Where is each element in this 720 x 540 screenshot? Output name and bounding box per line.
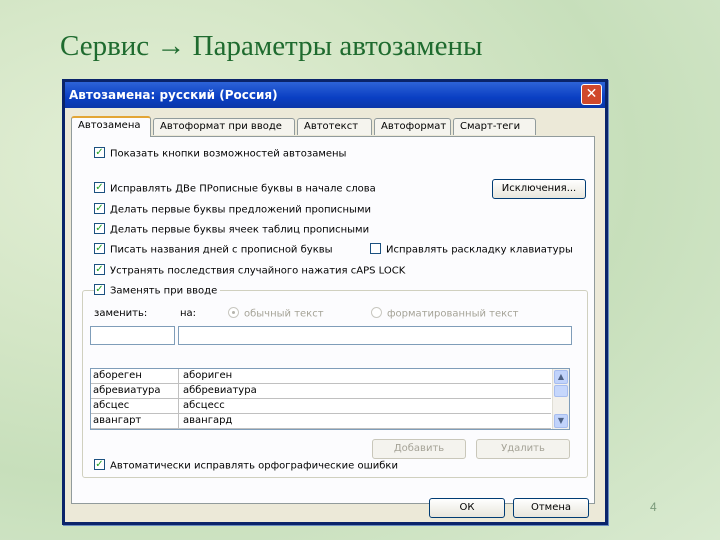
scroll-up-icon[interactable]: ▲ [554, 370, 568, 384]
list-cell-replace: абсцес [93, 400, 130, 411]
option-label: Исправлять раскладку клавиатуры [386, 244, 573, 256]
scroll-thumb[interactable] [554, 385, 568, 397]
list-cell-replace: авангарт [93, 415, 142, 426]
with-input[interactable] [178, 326, 572, 345]
dialog-title: Автозамена: русский (Россия) [69, 88, 278, 102]
replace-input[interactable] [90, 326, 175, 345]
option-label: Писать названия дней с прописной буквы [110, 244, 333, 256]
option-show-buttons[interactable]: ✓ Показать кнопки возможностей автозамены [94, 147, 347, 160]
tab-autocorrect[interactable]: Автозамена [71, 116, 151, 137]
option-label: Показать кнопки возможностей автозамены [110, 148, 347, 160]
radio-label: форматированный текст [387, 308, 519, 320]
option-auto-spelling[interactable]: ✓ Автоматически исправлять орфографически… [94, 459, 398, 472]
cancel-button[interactable]: Отмена [513, 498, 589, 518]
list-item[interactable]: авангарт авангард [91, 414, 551, 429]
scroll-down-icon[interactable]: ▼ [554, 414, 568, 428]
list-cell-replace: абревиатура [93, 385, 161, 396]
option-label: Автоматически исправлять орфографические… [110, 460, 398, 472]
list-scrollbar[interactable]: ▲ ▼ [552, 369, 569, 429]
radio-formatted-text-icon[interactable] [371, 307, 382, 318]
column-divider [178, 399, 179, 413]
close-icon[interactable]: ✕ [581, 84, 602, 105]
list-cell-with: аббревиатура [183, 385, 257, 396]
page-number: 4 [650, 500, 657, 514]
option-label: Делать первые буквы предложений прописны… [110, 204, 371, 216]
list-cell-with: абсцесс [183, 400, 225, 411]
option-label: Заменять при вводе [110, 285, 218, 297]
replace-label: заменить: [94, 308, 148, 319]
option-capitalize-table-cells[interactable]: ✓ Делать первые буквы ячеек таблиц пропис… [94, 223, 370, 236]
dialog-body: Автозамена Автоформат при вводе Автотекс… [65, 108, 605, 522]
autocorrect-panel: ✓ Показать кнопки возможностей автозамены… [71, 136, 595, 504]
checkbox-fix-keyboard-layout[interactable] [370, 243, 381, 254]
dialog-titlebar[interactable]: Автозамена: русский (Россия) ✕ [65, 82, 605, 108]
option-label: Делать первые буквы ячеек таблиц прописн… [110, 224, 370, 236]
tab-autotext[interactable]: Автотекст [297, 118, 372, 135]
option-label: Исправлять ДВе ПРописные буквы в начале … [110, 183, 376, 195]
checkbox-caps-lock[interactable]: ✓ [94, 264, 105, 275]
option-capitalize-sentences[interactable]: ✓ Делать первые буквы предложений прописн… [94, 203, 371, 216]
delete-button[interactable]: Удалить [476, 439, 570, 459]
radio-plain-text-icon[interactable] [228, 307, 239, 318]
option-two-capitals[interactable]: ✓ Исправлять ДВе ПРописные буквы в начале… [94, 182, 376, 195]
tab-autoformat-as-you-type[interactable]: Автоформат при вводе [153, 118, 295, 135]
checkbox-capitalize-days[interactable]: ✓ [94, 243, 105, 254]
slide-title: Сервис → Параметры автозамены [60, 30, 483, 62]
radio-label: обычный текст [244, 308, 324, 320]
column-divider [178, 369, 179, 383]
checkbox-replace-as-you-type[interactable]: ✓ [94, 284, 105, 295]
tab-autoformat[interactable]: Автоформат [374, 118, 451, 135]
option-fix-keyboard-layout[interactable]: Исправлять раскладку клавиатуры [370, 243, 573, 256]
column-divider [178, 414, 179, 428]
list-item[interactable]: абревиатура аббревиатура [91, 384, 551, 399]
list-cell-with: авангард [183, 415, 233, 426]
radio-formatted-text[interactable]: форматированный текст [371, 307, 519, 320]
ok-button[interactable]: ОК [429, 498, 505, 518]
checkbox-capitalize-table-cells[interactable]: ✓ [94, 223, 105, 234]
list-cell-replace: абореген [93, 370, 142, 381]
checkbox-capitalize-sentences[interactable]: ✓ [94, 203, 105, 214]
with-label: на: [180, 308, 197, 319]
option-caps-lock[interactable]: ✓ Устранять последствия случайного нажати… [94, 264, 406, 277]
checkbox-auto-spelling[interactable]: ✓ [94, 459, 105, 470]
radio-plain-text[interactable]: обычный текст [228, 307, 324, 320]
list-item[interactable]: абсцес абсцесс [91, 399, 551, 414]
replacements-list[interactable]: абореген абориген абревиатура аббревиату… [90, 368, 570, 430]
list-cell-with: абориген [183, 370, 233, 381]
column-divider [178, 384, 179, 398]
checkbox-two-capitals[interactable]: ✓ [94, 182, 105, 193]
checkbox-show-buttons[interactable]: ✓ [94, 147, 105, 158]
list-item[interactable]: абореген абориген [91, 369, 551, 384]
exceptions-button[interactable]: Исключения... [492, 179, 586, 199]
option-label: Устранять последствия случайного нажатия… [110, 265, 406, 277]
option-capitalize-days[interactable]: ✓ Писать названия дней с прописной буквы [94, 243, 333, 256]
add-button[interactable]: Добавить [372, 439, 466, 459]
option-replace-as-you-type[interactable]: ✓ Заменять при вводе [94, 284, 221, 297]
tab-smart-tags[interactable]: Смарт-теги [453, 118, 536, 135]
autocorrect-dialog: Автозамена: русский (Россия) ✕ Автозамен… [62, 79, 608, 525]
